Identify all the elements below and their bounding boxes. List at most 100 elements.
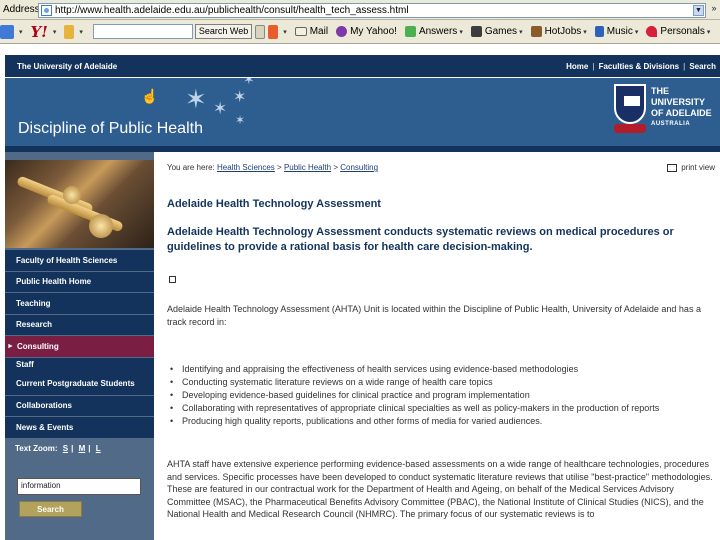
- toolbar-personals[interactable]: Personals ▾: [646, 26, 710, 37]
- yahoo-toolbar: ▾ Y! ▾ ▾ Search Web ▾ Mail My Yahoo! Answ…: [0, 20, 720, 44]
- print-icon: [667, 163, 678, 172]
- address-input[interactable]: http://www.health.adelaide.edu.au/public…: [38, 3, 706, 18]
- top-nav-faculties[interactable]: Faculties & Divisions: [599, 62, 679, 71]
- yahoo-menu[interactable]: Y! ▾: [31, 23, 57, 41]
- text-zoom-medium[interactable]: M: [79, 444, 86, 453]
- toolbar-mail[interactable]: Mail: [294, 26, 328, 37]
- sidebar-item-label: Public Health Home: [16, 277, 92, 287]
- sidebar-item-home[interactable]: Public Health Home: [5, 271, 154, 293]
- photo-detail: [63, 186, 81, 204]
- address-label: Address: [3, 4, 40, 15]
- list-item: Producing high quality reports, publicat…: [167, 415, 713, 428]
- hotjobs-icon: [530, 26, 542, 37]
- toolbar-hotjobs[interactable]: HotJobs ▾: [530, 26, 587, 37]
- toolbar-search-input[interactable]: [92, 24, 193, 39]
- intro-paragraph: Adelaide Health Technology Assessment (A…: [167, 304, 701, 327]
- toolbar-music[interactable]: Music ▾: [594, 26, 638, 37]
- breadcrumb-prefix: You are here:: [167, 163, 215, 172]
- personals-icon: [646, 26, 658, 37]
- top-nav-home[interactable]: Home: [566, 62, 588, 71]
- toolbar-label: HotJobs: [544, 26, 582, 37]
- staff-paragraph: AHTA staff have extensive experience per…: [167, 459, 713, 519]
- list-item: Identifying and appraising the effective…: [167, 363, 713, 376]
- sidebar-item-label: Current Postgraduate Students: [16, 378, 135, 388]
- address-url: http://www.health.adelaide.edu.au/public…: [55, 5, 409, 16]
- my-yahoo-icon: [336, 26, 348, 37]
- top-nav-links: Home | Faculties & Divisions | Search: [566, 62, 716, 71]
- sidebar-item-news[interactable]: News & Events: [5, 417, 154, 439]
- trumpet-photo: [5, 160, 154, 248]
- separator: |: [683, 61, 686, 71]
- chevron-down-icon[interactable]: ▼: [693, 5, 704, 16]
- sidebar-item-collaborations[interactable]: Collaborations: [5, 395, 154, 417]
- mail-icon: [294, 27, 307, 36]
- photo-detail: [89, 214, 113, 238]
- page-icon: [41, 5, 52, 16]
- sidebar-item-faculty[interactable]: Faculty of Health Sciences: [5, 250, 154, 272]
- sidebar-item-research[interactable]: Research: [5, 314, 154, 336]
- print-view-label: print view: [681, 163, 715, 172]
- music-icon: [594, 26, 604, 37]
- sidebar-item-label: Staff: [16, 360, 34, 369]
- toolbar-label: Personals: [660, 26, 705, 37]
- toolbar-label: Answers: [418, 26, 458, 37]
- site-search-button[interactable]: Search: [19, 501, 82, 517]
- university-logo-text[interactable]: THE UNIVERSITY OF ADELAIDE AUSTRALIA: [651, 86, 720, 130]
- star-icon: ✶: [235, 113, 246, 127]
- sidebar-item-label: Collaborations: [16, 401, 73, 411]
- main-content: You are here: Health Sciences > Public H…: [167, 152, 715, 540]
- highlight-icon: [268, 24, 279, 39]
- breadcrumb-consulting[interactable]: Consulting: [340, 163, 378, 172]
- breadcrumb: You are here: Health Sciences > Public H…: [167, 163, 378, 172]
- toolbar-answers[interactable]: Answers ▾: [404, 26, 463, 37]
- sidebar-item-label: News & Events: [16, 422, 74, 432]
- text-zoom-large[interactable]: L: [96, 444, 101, 453]
- go-arrow-icon[interactable]: »: [708, 3, 720, 18]
- toolbar-games[interactable]: Games ▾: [470, 26, 523, 37]
- university-country: AUSTRALIA: [651, 121, 691, 127]
- breadcrumb-separator: >: [277, 163, 282, 172]
- banner-title: Discipline of Public Health: [18, 120, 203, 137]
- crest-shield: [614, 84, 646, 124]
- crest-icon[interactable]: [614, 84, 646, 136]
- toolbar-my-yahoo[interactable]: My Yahoo!: [336, 26, 397, 37]
- answers-icon: [404, 26, 416, 37]
- cursor-icon: ☝: [141, 88, 159, 104]
- star-icon: ✶: [243, 78, 255, 87]
- top-nav-search[interactable]: Search: [689, 62, 716, 71]
- breadcrumb-separator: >: [333, 163, 338, 172]
- print-view-link[interactable]: print view: [667, 163, 715, 172]
- sidebar-item-label: Faculty of Health Sciences: [16, 255, 118, 265]
- sidebar-item-staff[interactable]: Staff: [5, 357, 154, 372]
- star-icon: ✶: [185, 84, 207, 114]
- sidebar: Faculty of Health Sciences Public Health…: [5, 152, 154, 540]
- text-zoom-small[interactable]: S: [63, 444, 68, 453]
- text-zoom: Text Zoom: S | M | L: [15, 444, 101, 453]
- web-page: The University of Adelaide Home | Facult…: [0, 44, 720, 540]
- toolbar-search-button[interactable]: Search Web: [194, 24, 253, 39]
- university-name-line: OF ADELAIDE: [651, 108, 712, 118]
- sidebar-item-consulting[interactable]: ► Consulting: [5, 336, 154, 358]
- text-zoom-label: Text Zoom:: [15, 444, 58, 453]
- toolbar-edit-button[interactable]: ▾: [64, 24, 83, 39]
- crest-ribbon: [614, 124, 646, 133]
- breadcrumb-public-health[interactable]: Public Health: [284, 163, 331, 172]
- star-icon: ✶: [233, 89, 247, 106]
- sidebar-item-label: Teaching: [16, 298, 51, 308]
- breadcrumb-health-sciences[interactable]: Health Sciences: [217, 163, 275, 172]
- sidebar-item-teaching[interactable]: Teaching: [5, 293, 154, 315]
- list-item: Collaborating with representatives of ap…: [167, 402, 713, 415]
- site-search-input[interactable]: information: [17, 478, 141, 495]
- toolbar-tool-icon: [0, 24, 14, 39]
- page-title: Adelaide Health Technology Assessment: [167, 198, 381, 210]
- broken-image-icon: [169, 276, 176, 283]
- sidebar-item-postgraduate[interactable]: Current Postgraduate Students: [5, 371, 154, 396]
- toolbar-label: My Yahoo!: [350, 26, 397, 37]
- sidebar-item-label: Consulting: [16, 341, 59, 351]
- toolbar-options[interactable]: ▾: [255, 24, 287, 39]
- address-bar: Address http://www.health.adelaide.edu.a…: [0, 0, 720, 20]
- top-nav-university-link[interactable]: The University of Adelaide: [17, 62, 117, 71]
- top-nav: The University of Adelaide Home | Facult…: [5, 55, 720, 77]
- star-icon: ✶: [213, 99, 228, 118]
- toolbar-pencil[interactable]: ▾: [0, 24, 23, 39]
